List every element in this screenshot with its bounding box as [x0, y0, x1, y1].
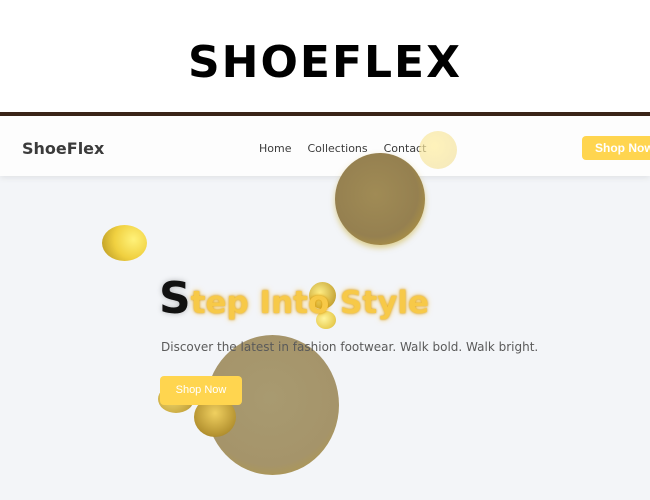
nav-link-collections[interactable]: Collections — [307, 142, 367, 155]
hero-heading: Step Into Style — [159, 273, 429, 324]
nav-link-home[interactable]: Home — [259, 142, 291, 155]
floating-ball-decoration — [419, 131, 457, 169]
site-navbar: ShoeFlex Home Collections Contact Shop N… — [0, 116, 650, 176]
nav-shop-now-button[interactable]: Shop Now — [582, 136, 650, 160]
hero-shop-now-button[interactable]: Shop Now — [160, 376, 242, 405]
banner: SHOEFLEX — [0, 0, 650, 112]
nav-links: Home Collections Contact — [259, 142, 426, 155]
banner-title: SHOEFLEX — [187, 36, 463, 88]
hero-heading-first-letter: S — [159, 273, 191, 324]
hero-heading-rest: tep Into Style — [190, 285, 430, 321]
website-screenshot: ShoeFlex Home Collections Contact Shop N… — [0, 116, 650, 500]
site-logo[interactable]: ShoeFlex — [22, 139, 104, 158]
floating-ball-decoration — [335, 153, 425, 245]
floating-ball-decoration — [102, 225, 147, 261]
hero-subtitle: Discover the latest in fashion footwear.… — [161, 340, 539, 354]
